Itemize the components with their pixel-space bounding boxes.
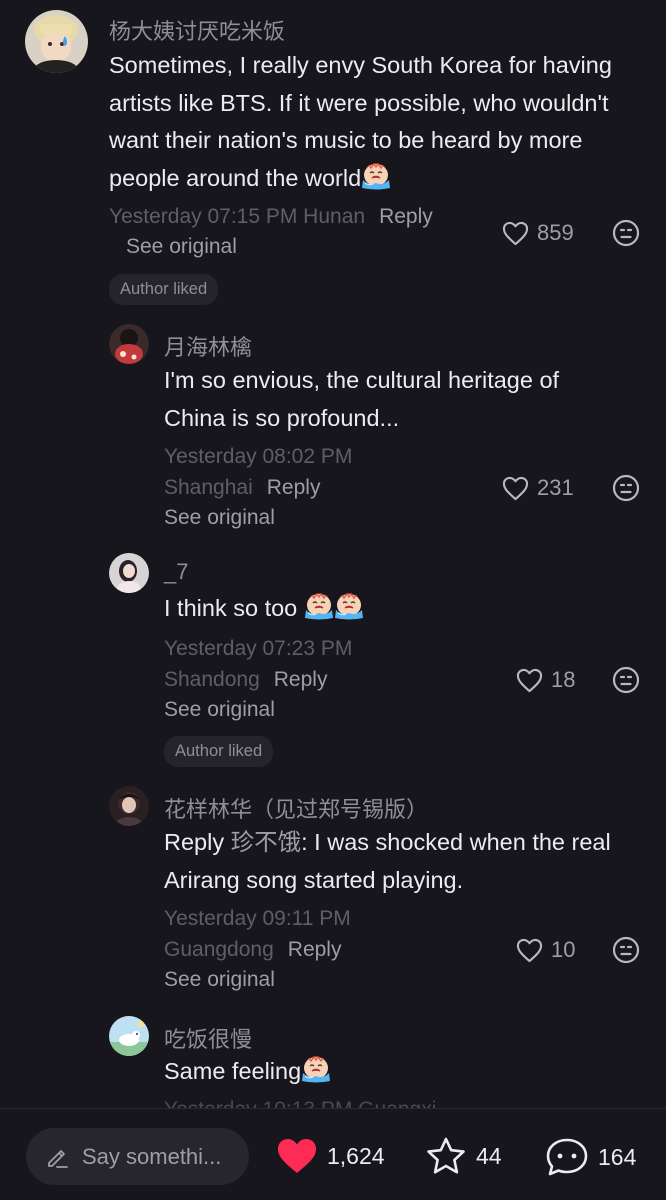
pencil-icon xyxy=(48,1149,68,1168)
location: Shanghai xyxy=(164,476,253,499)
dislike-face-icon[interactable] xyxy=(612,936,640,964)
avatar[interactable] xyxy=(109,553,149,593)
comment-line: people around the world xyxy=(109,160,612,198)
avatar[interactable] xyxy=(109,786,149,826)
heart-icon xyxy=(516,668,543,693)
comment-text: Reply 珍不饿: I was shocked when the real A… xyxy=(164,824,611,899)
comment-meta: Shanghai Reply xyxy=(164,476,320,500)
avatar[interactable] xyxy=(109,1016,149,1056)
like-button[interactable]: 231 xyxy=(502,475,574,501)
reply-button[interactable]: Reply xyxy=(288,938,342,961)
comment-input-placeholder: Say somethi... xyxy=(82,1143,222,1169)
comment-line: artists like BTS. If it were possible, w… xyxy=(109,89,609,116)
avatar[interactable] xyxy=(109,324,149,364)
comment-text: Sometimes, I really envy South Korea for… xyxy=(109,47,612,197)
comment-meta: Yesterday 07:15 PM Hunan Reply xyxy=(109,205,433,229)
star-icon xyxy=(427,1137,465,1174)
see-original-link[interactable]: See original xyxy=(126,235,237,259)
location: Shandong xyxy=(164,668,260,691)
dislike-face-icon[interactable] xyxy=(612,666,640,694)
crying-face-emoji xyxy=(361,161,391,191)
post-like-button[interactable]: 1,624 xyxy=(276,1137,385,1175)
favorite-count: 44 xyxy=(476,1142,502,1169)
comment-text: Same feeling xyxy=(164,1053,331,1091)
username[interactable]: 月海林檎 xyxy=(164,330,252,362)
comment-text: I'm so envious, the cultural heritage of… xyxy=(164,362,559,437)
comment-count: 164 xyxy=(598,1143,637,1170)
favorite-button[interactable]: 44 xyxy=(425,1136,502,1176)
reply-prefix: Reply xyxy=(164,829,225,855)
reply-button[interactable]: Reply xyxy=(274,668,328,691)
reply-target-username[interactable]: 珍不饿 xyxy=(231,829,302,855)
comment-line: Reply 珍不饿: I was shocked when the real xyxy=(164,829,611,855)
timestamp: Yesterday 07:23 PM xyxy=(164,637,353,660)
comment-line: China is so profound... xyxy=(164,404,400,431)
bottom-action-bar: Say somethi... 1,624 44 164 xyxy=(0,1108,666,1200)
like-count: 231 xyxy=(537,475,574,500)
username[interactable]: 花样林华（见过郑号锡版） xyxy=(164,792,428,824)
crying-face-emoji xyxy=(334,591,364,621)
heart-icon xyxy=(502,221,529,246)
crying-face-emoji xyxy=(301,1054,331,1084)
heart-filled-icon xyxy=(278,1139,316,1173)
reply-button[interactable]: Reply xyxy=(379,205,433,228)
dislike-face-icon[interactable] xyxy=(612,474,640,502)
author-liked-badge: Author liked xyxy=(109,274,219,305)
username[interactable]: _7 xyxy=(164,559,188,585)
like-count: 859 xyxy=(537,220,574,245)
timestamp: Yesterday 08:02 PM xyxy=(164,445,353,468)
post-like-count: 1,624 xyxy=(327,1142,385,1169)
like-button[interactable]: 859 xyxy=(502,220,574,246)
comment-bubble-icon xyxy=(546,1138,588,1176)
comment-meta: Guangdong Reply xyxy=(164,938,341,962)
timestamp: Yesterday 09:11 PM xyxy=(164,907,351,930)
comment-line: I'm so envious, the cultural heritage of xyxy=(164,367,560,393)
comment-input[interactable]: Say somethi... xyxy=(26,1128,249,1185)
see-original-link[interactable]: See original xyxy=(164,968,275,992)
dislike-face-icon[interactable] xyxy=(612,219,640,247)
crying-face-emoji xyxy=(304,591,334,621)
location: Guangdong xyxy=(164,938,274,961)
comment-meta: Shandong Reply xyxy=(164,668,327,692)
like-button[interactable]: 18 xyxy=(516,667,575,693)
see-original-link[interactable]: See original xyxy=(164,506,275,530)
heart-icon xyxy=(502,476,529,501)
like-count: 18 xyxy=(551,667,576,692)
comment-line: want their nation's music to be heard by… xyxy=(109,127,583,153)
comment-thread-screen: 杨大姨讨厌吃米饭 Sometimes, I really envy South … xyxy=(0,0,666,1200)
heart-icon xyxy=(516,938,543,963)
comment-line: Same feeling xyxy=(164,1053,331,1091)
see-original-link[interactable]: See original xyxy=(164,698,275,722)
username[interactable]: 吃饭很慢 xyxy=(164,1022,252,1054)
comment-line: Sometimes, I really envy South Korea for… xyxy=(109,52,612,78)
like-button[interactable]: 10 xyxy=(516,937,575,963)
avatar[interactable] xyxy=(25,10,88,73)
reply-button[interactable]: Reply xyxy=(267,476,321,499)
comment-text: I think so too xyxy=(164,590,364,628)
comment-line: I think so too xyxy=(164,590,364,628)
comment-line: Arirang song started playing. xyxy=(164,866,464,893)
username[interactable]: 杨大姨讨厌吃米饭 xyxy=(109,14,285,46)
author-liked-badge: Author liked xyxy=(164,736,274,767)
comments-button[interactable]: 164 xyxy=(545,1136,636,1178)
like-count: 10 xyxy=(551,937,576,962)
timestamp: Yesterday 07:15 PM Hunan xyxy=(109,205,366,228)
